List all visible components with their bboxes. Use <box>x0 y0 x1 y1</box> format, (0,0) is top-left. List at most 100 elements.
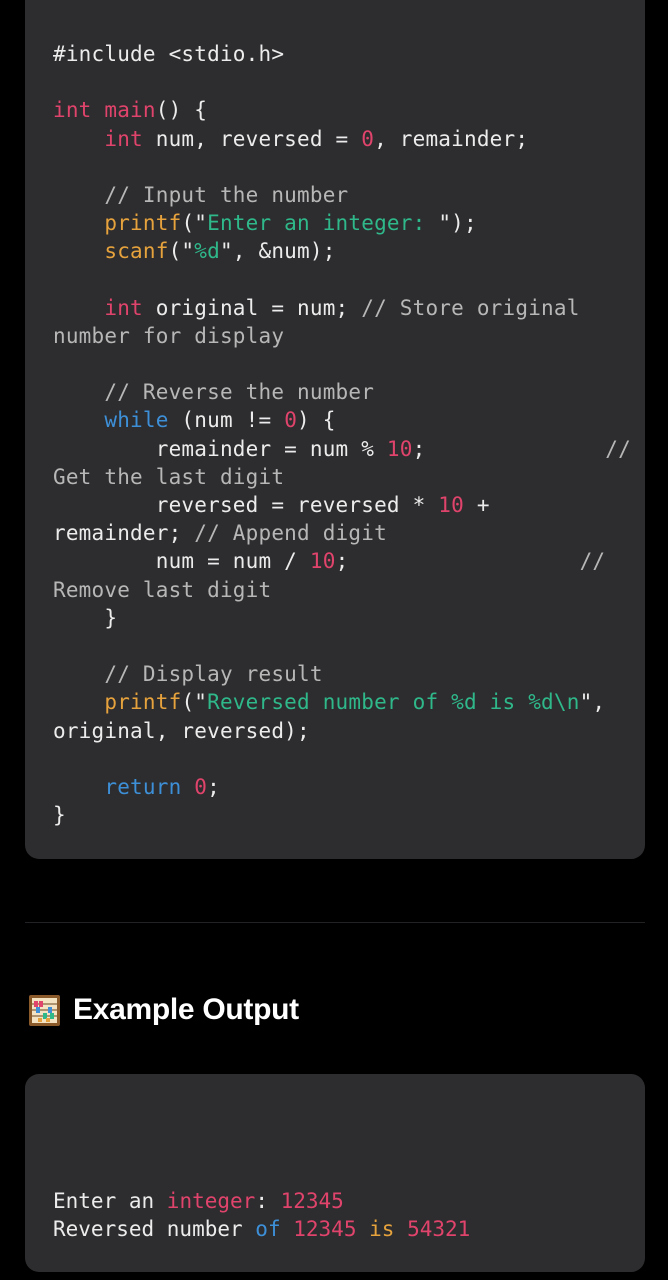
code-token: Remove last digit <box>53 577 272 602</box>
code-line: scanf("%d", &num); <box>53 237 631 265</box>
code-token: (" <box>168 239 195 264</box>
output-token: 12345 <box>293 1217 357 1242</box>
output-token: : <box>255 1189 281 1213</box>
code-token: 0 <box>361 126 375 151</box>
code-token: num = num / <box>53 549 310 574</box>
code-line: Get the last digit <box>53 463 631 491</box>
output-token <box>356 1217 369 1241</box>
output-token: 12345 <box>280 1189 344 1213</box>
code-token: main <box>104 98 156 123</box>
section-title: Example Output <box>73 993 299 1026</box>
code-token: ", &num); <box>219 239 336 264</box>
output-line: Enter an integer: 12345 <box>53 1187 470 1215</box>
code-token: ) { <box>297 408 336 433</box>
code-token: (num != <box>168 408 285 433</box>
code-token: , remainder; <box>374 126 529 151</box>
code-token: ", <box>579 690 606 715</box>
code-token: scanf <box>104 239 169 264</box>
code-token: 10 <box>386 436 413 461</box>
code-token: // Reverse the number <box>53 380 375 405</box>
output-token <box>281 1217 294 1241</box>
code-token: // <box>348 549 606 574</box>
code-token: remainder; <box>53 521 195 546</box>
code-token: remainder = num % <box>53 436 387 461</box>
code-line: remainder = num % 10; // <box>53 435 631 463</box>
code-token: #include <box>53 42 169 66</box>
code-token: 10 <box>438 493 464 517</box>
code-token: ; <box>335 549 349 574</box>
code-token: <stdio.h> <box>168 42 285 66</box>
code-token: 0 <box>194 774 208 799</box>
output-token: of <box>255 1217 281 1242</box>
output-token: Enter an <box>53 1189 167 1213</box>
output-token: is <box>369 1217 395 1242</box>
code-line: Remove last digit <box>53 576 631 604</box>
code-line: printf("Enter an integer: "); <box>53 209 631 237</box>
code-token: original, reversed); <box>53 718 310 743</box>
code-token: int <box>104 295 143 320</box>
code-token: // Store original <box>361 295 580 320</box>
code-token: Get the last digit <box>53 464 285 489</box>
output-token: Reversed number <box>53 1217 256 1242</box>
code-token: // Display result <box>53 662 323 687</box>
code-token: 0 <box>284 408 298 433</box>
code-token: Reversed number of %d is %d\n <box>207 690 580 715</box>
code-line: num = num / 10; // <box>53 547 631 575</box>
abacus-icon <box>29 994 60 1026</box>
code-line: remainder; // Append digit <box>53 519 631 547</box>
section-heading: Example Output <box>28 988 299 1032</box>
code-token: + <box>463 493 490 517</box>
code-token: int <box>53 98 105 123</box>
code-token: } <box>53 803 66 828</box>
code-line: // Reverse the number <box>53 378 631 406</box>
code-line: #include <stdio.h> <box>53 40 631 68</box>
code-token: 10 <box>309 549 336 574</box>
code-token: int <box>104 126 143 151</box>
code-token: num, reversed = <box>142 126 362 151</box>
output-token <box>394 1217 407 1241</box>
code-token: reversed = reversed * <box>53 493 439 517</box>
code-line: number for display <box>53 322 631 350</box>
code-line: int original = num; // Store original <box>53 294 631 322</box>
code-line: } <box>53 801 631 829</box>
section-divider <box>25 922 645 923</box>
code-content: #include <stdio.h> int main() { int num,… <box>53 40 631 829</box>
code-token: (" <box>181 690 208 715</box>
code-token: Enter an integer: <box>207 211 439 236</box>
output-token: 54321 <box>407 1217 471 1242</box>
code-token: ; <box>207 774 220 799</box>
code-token: printf <box>104 690 182 715</box>
code-token: "); <box>438 211 477 236</box>
code-line: printf("Reversed number of %d is %d\n", <box>53 688 631 716</box>
code-line: reversed = reversed * 10 + <box>53 491 631 519</box>
code-token: // <box>425 436 631 461</box>
code-line: while (num != 0) { <box>53 406 631 434</box>
code-line: int main() { <box>53 96 631 124</box>
code-line: } <box>53 604 631 632</box>
code-token: %d <box>194 239 220 264</box>
code-line: return 0; <box>53 773 631 801</box>
output-line: Reversed number of 12345 is 54321 <box>53 1215 470 1243</box>
code-token: ; <box>412 436 426 461</box>
code-token: } <box>53 605 118 630</box>
code-line: // Display result <box>53 660 631 688</box>
code-line: int num, reversed = 0, remainder; <box>53 125 631 153</box>
code-token: // Input the number <box>53 182 349 207</box>
code-line: original, reversed); <box>53 717 631 745</box>
code-token: original = num; <box>142 295 362 320</box>
code-token: (" <box>181 211 208 236</box>
